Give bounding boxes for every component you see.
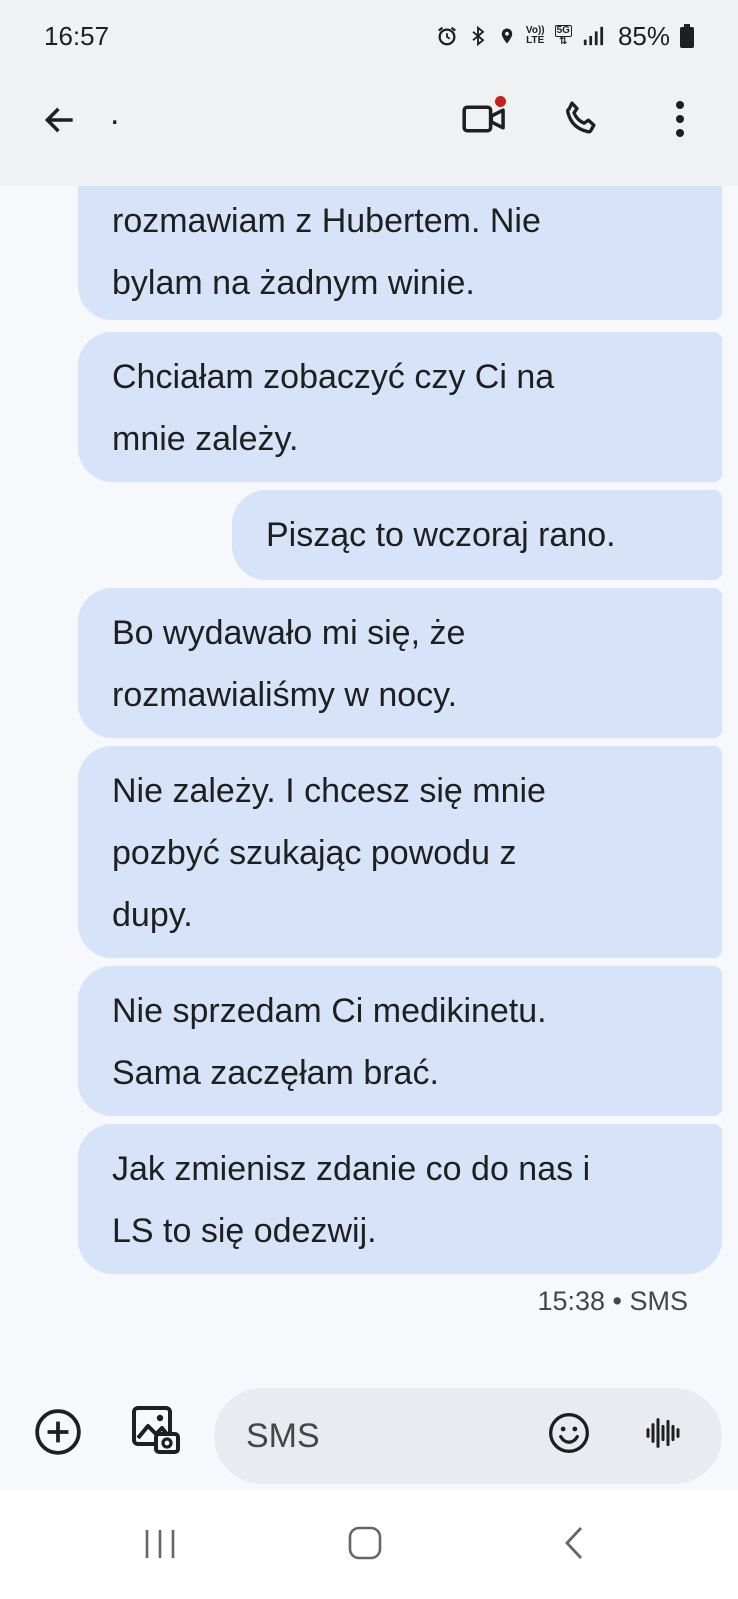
signal-icon <box>582 25 604 47</box>
status-bar: 16:57 Vo)) LTE 5G ⇅ 85% <box>0 0 738 72</box>
volte-icon: Vo)) LTE <box>525 25 545 46</box>
alarm-icon <box>436 25 458 47</box>
home-button[interactable] <box>344 1524 386 1566</box>
voice-waveform-icon <box>643 1413 683 1458</box>
call-button[interactable] <box>556 96 606 146</box>
message-bubble[interactable]: Bo wydawało mi się, że rozmawialiśmy w n… <box>78 588 722 738</box>
message-bubble[interactable]: rozmawiam z Hubertem. Nie bylam na żadny… <box>78 186 722 320</box>
nav-back-button[interactable] <box>556 1524 592 1566</box>
battery-percent: 85% <box>617 20 670 51</box>
app-bar: . <box>0 72 738 186</box>
message-bubble[interactable]: Nie sprzedam Ci medikinetu. Sama zaczęła… <box>78 966 722 1116</box>
voice-message-button[interactable] <box>638 1410 688 1460</box>
messages-screen: 16:57 Vo)) LTE 5G ⇅ 85% . rozmawiam z Hu… <box>0 0 738 1599</box>
phone-icon <box>561 99 601 144</box>
add-attachment-button[interactable] <box>32 1408 84 1460</box>
5g-icon: 5G ⇅ <box>554 25 572 47</box>
message-timestamp: 15:38 • SMS <box>537 1286 688 1316</box>
system-nav-bar <box>0 1490 738 1599</box>
more-options-button[interactable] <box>656 96 704 146</box>
message-bubble[interactable]: Chciałam zobaczyć czy Ci na mnie zależy. <box>78 332 722 482</box>
emoji-icon <box>547 1411 591 1460</box>
message-input-container[interactable] <box>214 1388 722 1484</box>
video-notification-dot <box>495 96 506 107</box>
battery-icon <box>680 24 694 48</box>
message-bubble[interactable]: Nie zależy. I chcesz się mnie pozbyć szu… <box>78 746 722 958</box>
message-bubble[interactable]: Jak zmienisz zdanie co do nas i LS to si… <box>78 1124 722 1274</box>
home-icon <box>347 1525 383 1566</box>
more-vert-icon <box>674 100 686 143</box>
message-list[interactable]: rozmawiam z Hubertem. Nie bylam na żadny… <box>0 186 738 1380</box>
add-circle-icon <box>33 1407 83 1462</box>
status-time: 16:57 <box>44 20 110 51</box>
recents-icon <box>143 1528 177 1565</box>
video-call-button[interactable] <box>456 96 512 146</box>
emoji-button[interactable] <box>544 1410 594 1460</box>
message-input[interactable] <box>246 1412 506 1460</box>
back-arrow-icon <box>41 101 79 144</box>
bluetooth-icon <box>468 24 488 48</box>
gallery-icon <box>130 1404 182 1461</box>
back-button[interactable] <box>36 98 84 146</box>
conversation-title[interactable]: . <box>110 94 119 133</box>
video-call-icon <box>462 102 506 141</box>
status-icons: Vo)) LTE 5G ⇅ 85% <box>436 21 694 52</box>
recents-button[interactable] <box>140 1526 180 1566</box>
back-icon <box>563 1525 585 1566</box>
composer <box>0 1380 738 1490</box>
gallery-button[interactable] <box>128 1404 184 1460</box>
location-icon <box>498 24 516 48</box>
message-bubble[interactable]: Pisząc to wczoraj rano. <box>232 490 722 580</box>
